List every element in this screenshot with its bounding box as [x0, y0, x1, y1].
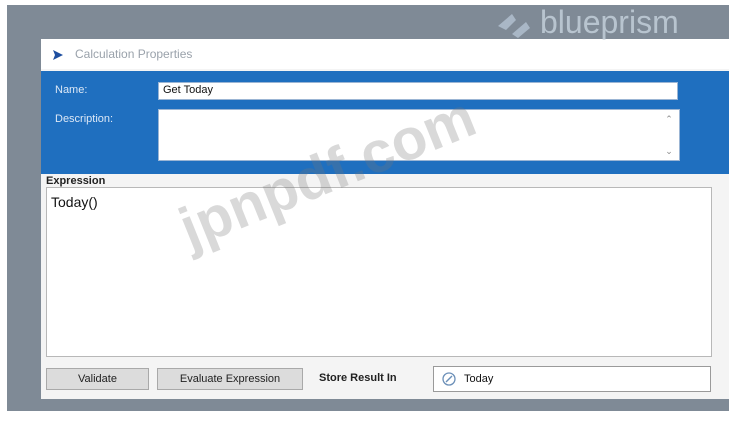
description-label: Description:	[55, 113, 114, 125]
data-item-icon	[442, 372, 456, 386]
window-frame: Calculation Properties Name: Get Today D…	[7, 5, 729, 411]
logo-text: blueprism	[540, 4, 679, 40]
name-label: Name:	[55, 84, 88, 96]
dialog-title: Calculation Properties	[75, 47, 193, 61]
validate-button[interactable]: Validate	[46, 368, 149, 390]
expression-label: Expression	[46, 175, 106, 187]
name-input[interactable]: Get Today	[158, 82, 678, 100]
store-result-field[interactable]: Today	[433, 366, 711, 392]
evaluate-expression-button[interactable]: Evaluate Expression	[157, 368, 303, 390]
scroll-up-icon[interactable]: ⌃	[663, 113, 675, 125]
blueprism-logo-icon	[494, 10, 534, 40]
store-result-label: Store Result In	[319, 372, 397, 384]
expression-text: Today()	[51, 194, 98, 210]
blueprism-logo: blueprism	[494, 4, 724, 44]
calculation-properties-dialog: Calculation Properties Name: Get Today D…	[41, 39, 729, 399]
scroll-down-icon[interactable]: ⌄	[663, 145, 675, 157]
blueprism-calc-icon	[51, 48, 65, 62]
expression-editor[interactable]: Today()	[46, 187, 712, 357]
store-result-value: Today	[464, 373, 494, 385]
